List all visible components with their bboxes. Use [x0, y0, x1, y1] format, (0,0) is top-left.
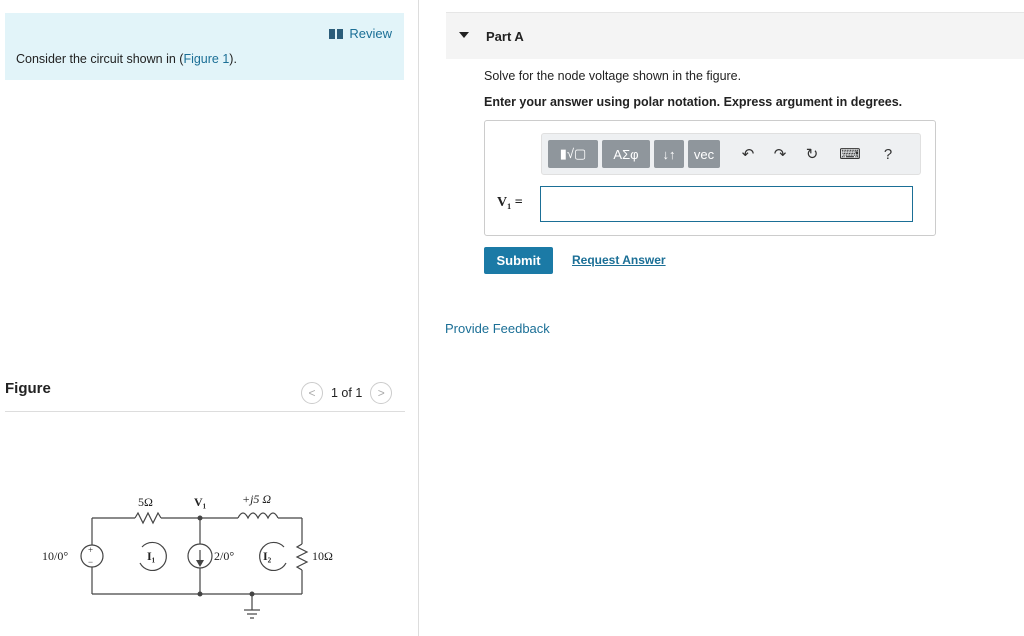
prompt-suffix: ). [229, 52, 237, 66]
prompt-text: Consider the circuit shown in (Figure 1)… [16, 52, 237, 66]
current-source-label: 2/0° [214, 549, 234, 563]
resistor-2-label: 10Ω [312, 549, 333, 563]
figure-pager: < 1 of 1 > [301, 382, 393, 404]
review-label: Review [349, 26, 392, 41]
templates-button[interactable]: ▮√▢ [548, 140, 598, 168]
undo-icon[interactable]: ↶ [734, 140, 762, 168]
question-text: Solve for the node voltage shown in the … [484, 69, 742, 83]
pane-divider [418, 0, 419, 636]
plus-sign: + [88, 545, 93, 555]
answer-input[interactable] [540, 186, 913, 222]
pager-text: 1 of 1 [331, 386, 363, 400]
reset-icon[interactable]: ↻ [798, 140, 826, 168]
answer-box: ▮√▢ ΑΣφ ↓↑ vec ↶ ↷ ↻ ⌨ ? V₁ = [484, 120, 936, 236]
answer-instructions: Enter your answer using polar notation. … [484, 95, 903, 109]
keyboard-icon[interactable]: ⌨ [830, 140, 870, 168]
part-a-header[interactable]: Part A [446, 12, 1024, 59]
request-answer-link[interactable]: Request Answer [572, 253, 666, 267]
redo-icon[interactable]: ↷ [766, 140, 794, 168]
left-pane: Review Consider the circuit shown in (Fi… [0, 0, 418, 636]
review-link[interactable]: Review [329, 26, 392, 41]
prev-figure-button[interactable]: < [301, 382, 323, 404]
answer-label: V₁ = [497, 195, 523, 210]
help-icon[interactable]: ? [874, 140, 902, 168]
provide-feedback-link[interactable]: Provide Feedback [445, 321, 550, 336]
figure-divider [5, 411, 405, 412]
prompt-prefix: Consider the circuit shown in ( [16, 52, 184, 66]
greek-symbols-button[interactable]: ΑΣφ [602, 140, 650, 168]
collapse-triangle-icon[interactable] [459, 32, 469, 38]
book-icon [329, 28, 344, 39]
part-title: Part A [486, 29, 524, 44]
vector-button[interactable]: vec [688, 140, 720, 168]
mesh-current-1: I₁ [147, 549, 156, 563]
prompt-box: Review Consider the circuit shown in (Fi… [5, 13, 404, 80]
circuit-diagram: 5Ω V₁ +j5 Ω 10/0° + − I₁ 2/0° I₂ 10Ω [42, 492, 333, 619]
subscript-button[interactable]: ↓↑ [654, 140, 684, 168]
node-v1-label: V₁ [194, 495, 207, 509]
next-figure-button[interactable]: > [370, 382, 393, 404]
submit-button[interactable]: Submit [484, 247, 553, 274]
voltage-source-label: 10/0° [42, 549, 68, 563]
figure-link[interactable]: Figure 1 [183, 52, 229, 66]
inductor-label: +j5 Ω [242, 492, 271, 506]
resistor-1-label: 5Ω [138, 495, 153, 509]
figure-title: Figure [5, 380, 51, 397]
minus-sign: − [88, 557, 93, 567]
mesh-current-2: I₂ [263, 549, 272, 563]
math-toolbar: ▮√▢ ΑΣφ ↓↑ vec ↶ ↷ ↻ ⌨ ? [541, 133, 921, 175]
